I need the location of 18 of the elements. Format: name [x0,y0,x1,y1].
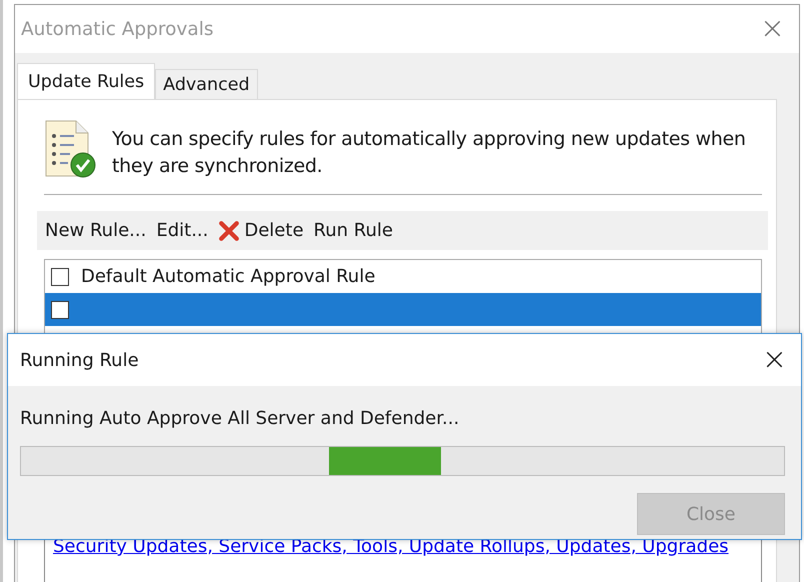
description-text: You can specify rules for automatically approving new updates when they are synchronized. [112,127,747,179]
document-check-icon [44,120,96,178]
status-message: Running Auto Approve All Server and Defender... [20,408,460,431]
toolbar-button[interactable]: Edit... [154,216,216,245]
rule-item[interactable]: Default Automatic Approval Rule [45,260,761,293]
checkbox[interactable] [51,268,69,286]
window-title: Automatic Approvals [21,18,214,40]
tab[interactable]: Advanced [155,69,258,99]
close-button[interactable]: × [758,345,791,375]
toolbar-button[interactable]: Run Rule [312,216,401,245]
close-button[interactable]: × [756,14,789,44]
tab[interactable]: Update Rules [17,63,156,99]
checkbox[interactable] [51,300,69,318]
toolbar-button[interactable]: Delete [216,216,312,246]
rule-name: Default Automatic Approval Rule [81,266,376,287]
dialog-title: Running Rule [20,350,139,370]
delete-icon [218,220,240,242]
toolbar-button[interactable]: New Rule... [43,216,154,245]
